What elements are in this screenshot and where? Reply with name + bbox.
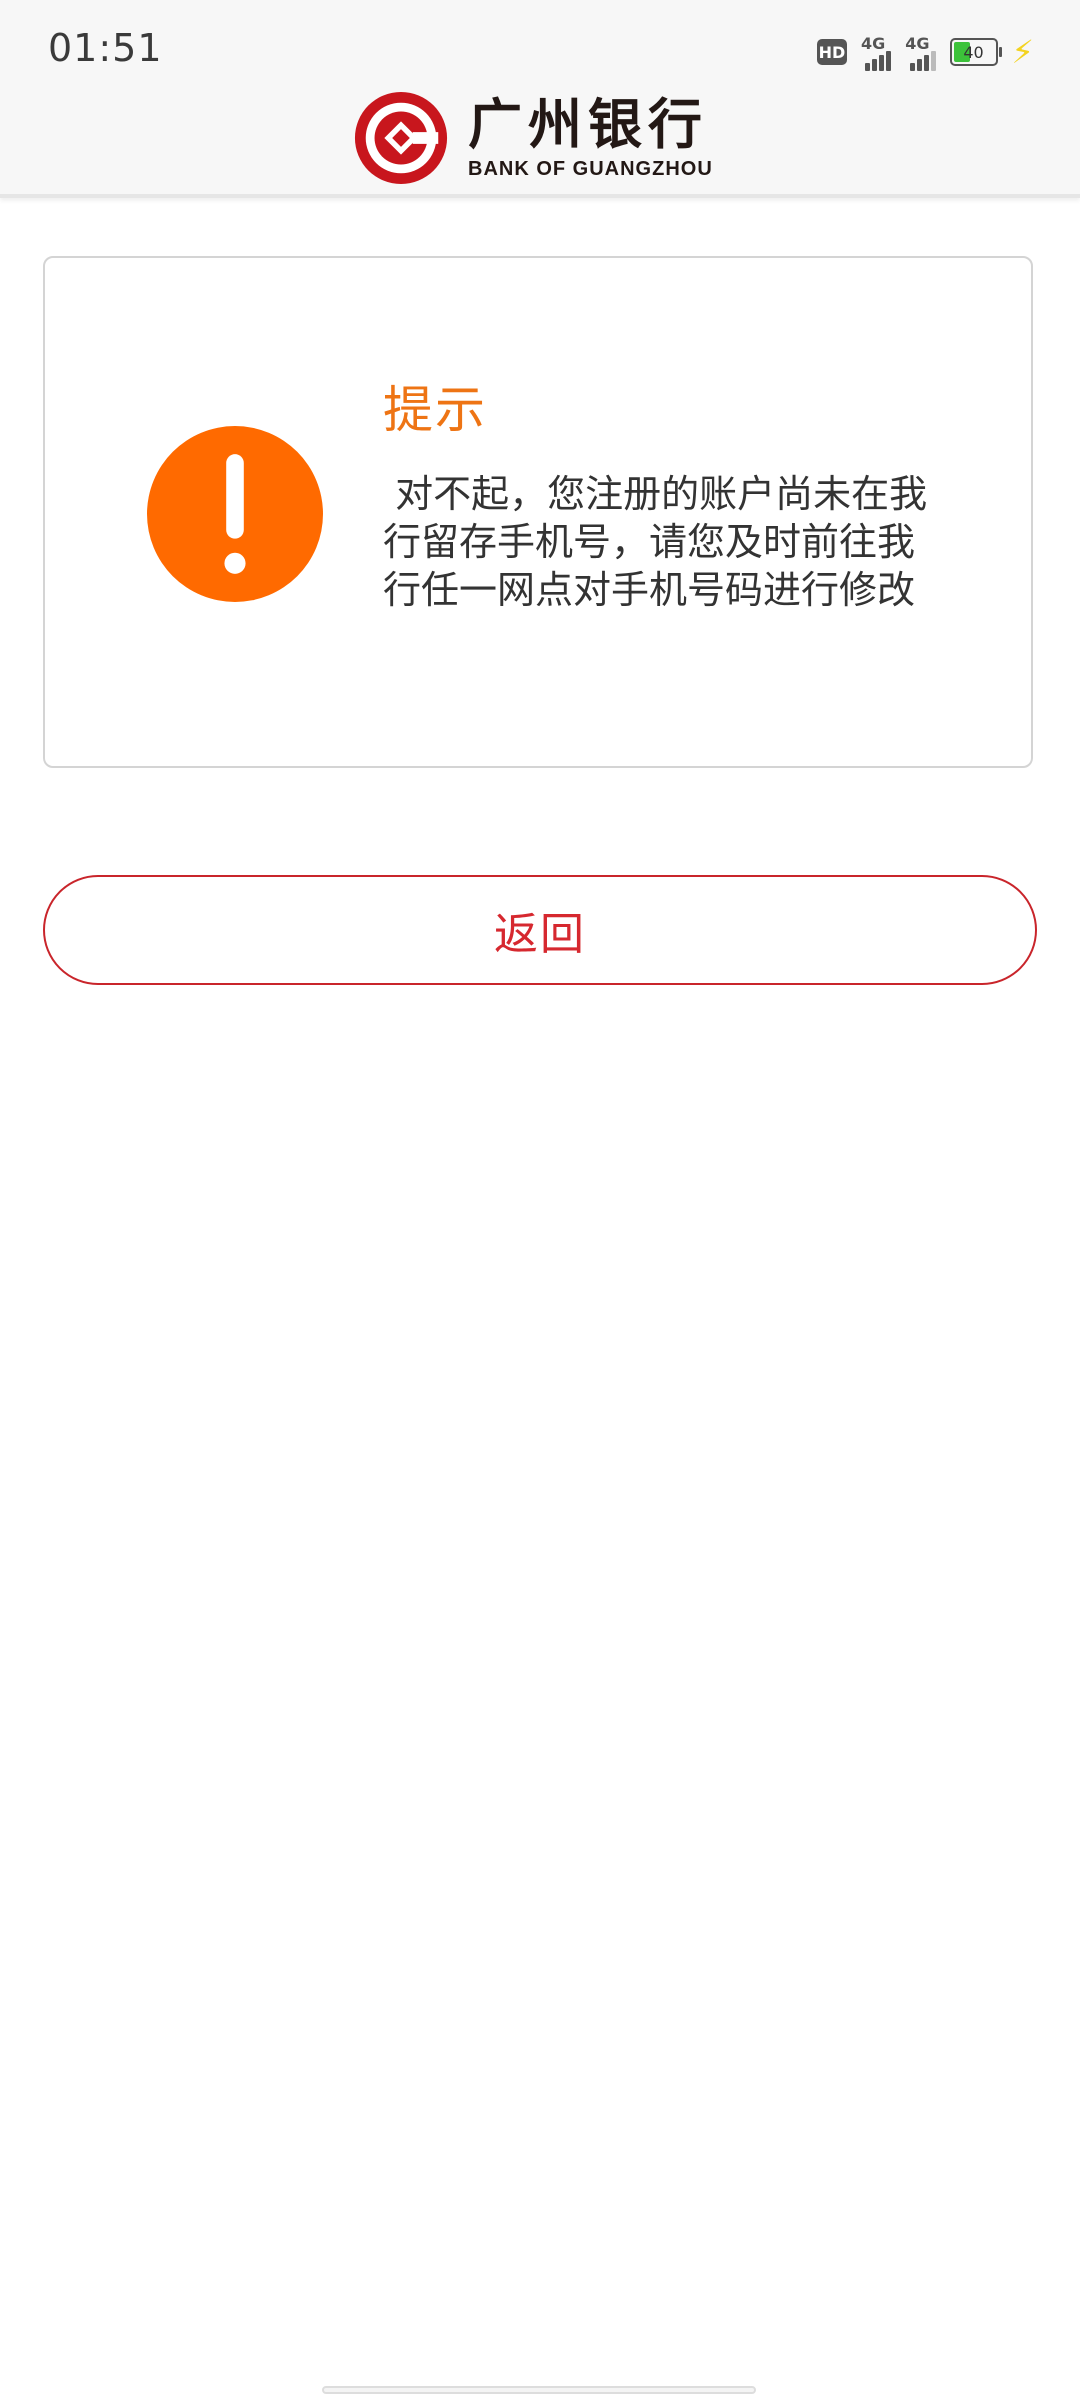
- back-button[interactable]: 返回: [43, 875, 1037, 985]
- bank-logo-icon: [354, 91, 448, 185]
- charging-bolt-icon: ⚡: [1011, 33, 1034, 71]
- hd-icon: HD: [817, 39, 847, 65]
- top-header: 01:51 HD 4G 4G 40 ⚡ 广州银行 BANK OF GUANGZH…: [0, 0, 1080, 198]
- notice-title: 提示: [383, 381, 487, 439]
- status-icons: HD 4G 4G 40 ⚡: [817, 30, 1034, 74]
- page: 01:51 HD 4G 4G 40 ⚡ 广州银行 BANK OF GUANGZH…: [0, 0, 1080, 2400]
- signal-icon-1: 4G: [861, 33, 892, 71]
- home-indicator[interactable]: [322, 2386, 756, 2394]
- network-type-label-2: 4G: [905, 34, 930, 53]
- bank-logo: 广州银行 BANK OF GUANGZHOU: [352, 88, 713, 188]
- notice-card: 提示 对不起，您注册的账户尚未在我行留存手机号，请您及时前往我行任一网点对手机号…: [43, 256, 1033, 768]
- status-time: 01:51: [48, 26, 163, 70]
- bank-name-cn: 广州银行: [468, 92, 708, 156]
- network-type-label-1: 4G: [861, 34, 886, 53]
- battery-icon: 40: [949, 38, 1002, 66]
- bank-name-en: BANK OF GUANGZHOU: [468, 157, 713, 180]
- exclamation-icon: [147, 426, 323, 602]
- bank-logo-text: 广州银行 BANK OF GUANGZHOU: [468, 92, 713, 181]
- notice-message: 对不起，您注册的账户尚未在我行留存手机号，请您及时前往我行任一网点对手机号码进行…: [383, 472, 928, 612]
- battery-level: 40: [963, 42, 984, 62]
- signal-icon-2: 4G: [905, 33, 936, 71]
